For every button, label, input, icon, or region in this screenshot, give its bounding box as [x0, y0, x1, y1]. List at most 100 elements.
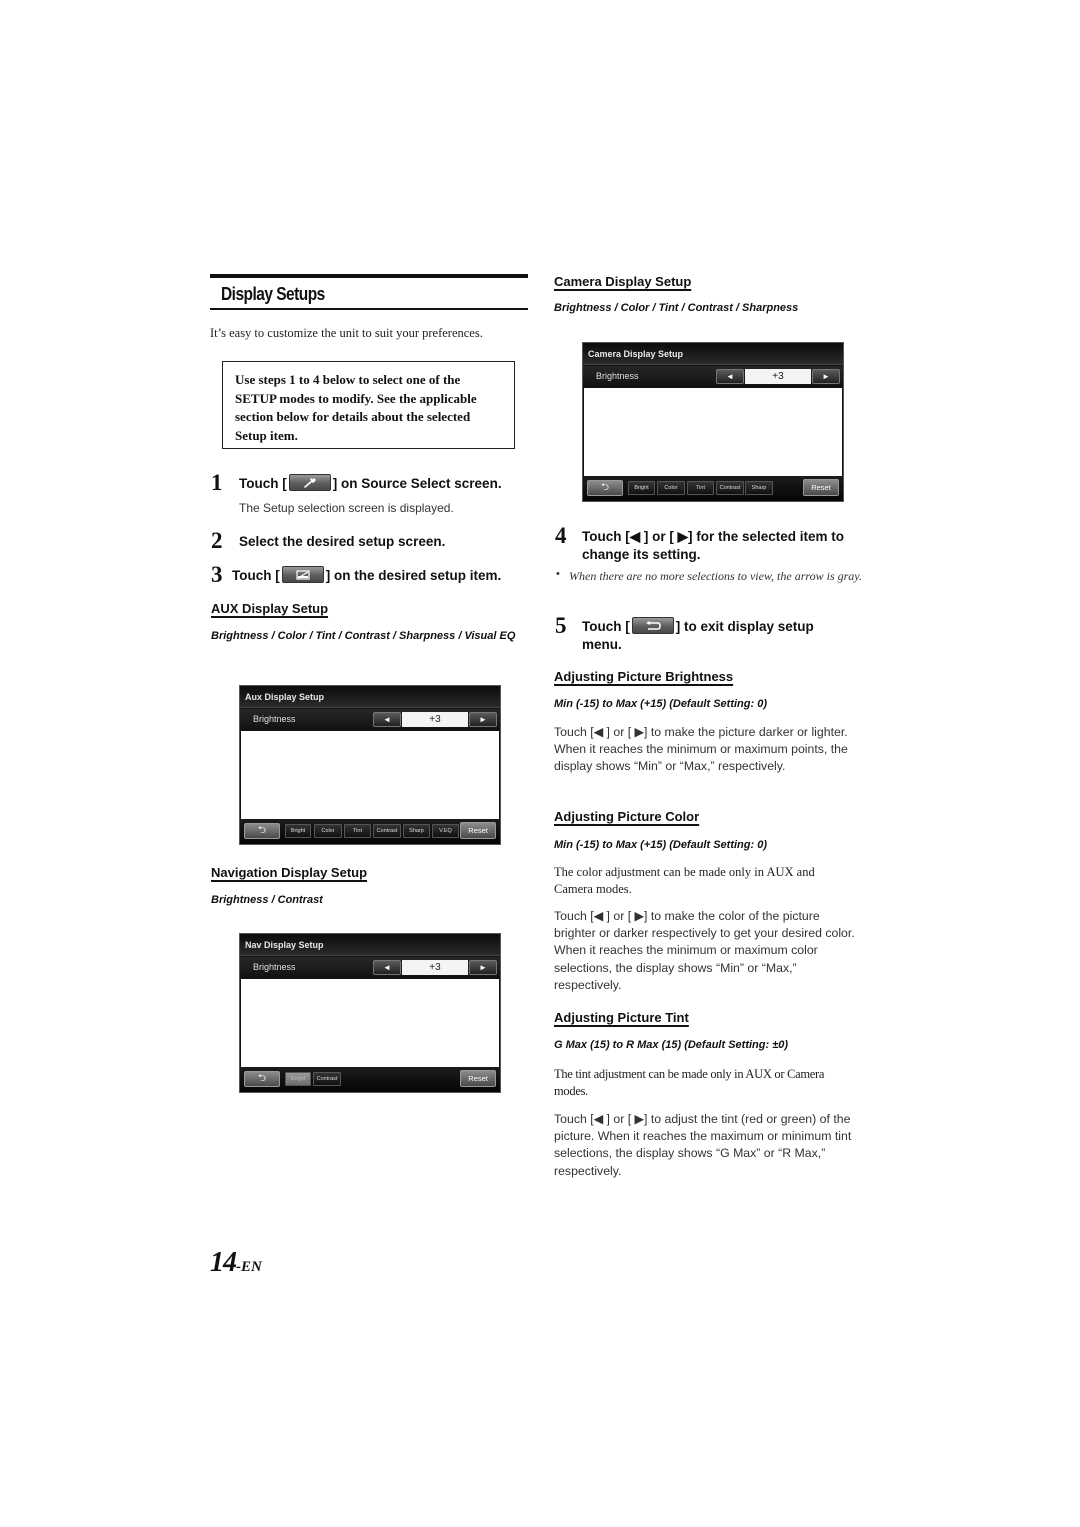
step-number: 1: [211, 470, 223, 495]
screen-bottom-bar: ⮌ Bright Color Tint Contrast Sharp V.EQ …: [240, 819, 500, 844]
brightness-range: Min (-15) to Max (+15) (Default Setting:…: [554, 698, 767, 710]
increase-arrow-button[interactable]: ►: [812, 369, 840, 384]
wrench-icon: [290, 475, 330, 490]
screen-bottom-bar: ⮌ Bright Color Tint Contrast Sharp Reset: [583, 476, 843, 501]
aux-display-setup-screen: Aux Display Setup Brightness ◄ +3 ► ⮌ Br…: [239, 685, 501, 845]
reset-button[interactable]: Reset: [803, 479, 839, 496]
step-number: 2: [211, 528, 223, 553]
setting-row: Brightness ◄ +3 ►: [240, 709, 500, 730]
step-text: Touch [◀ ] or [ ▶] for the selected item…: [582, 529, 845, 562]
tab-contrast[interactable]: Contrast: [313, 1072, 341, 1086]
color-section-heading: Adjusting Picture Color: [554, 809, 700, 824]
page-title: Display Setups: [221, 284, 325, 304]
setting-label: Brightness: [253, 714, 296, 724]
page-number-value: 14: [210, 1247, 237, 1278]
screen-title: Nav Display Setup: [240, 934, 500, 956]
tab-tint[interactable]: Tint: [687, 481, 714, 495]
screen-content-area: [584, 388, 842, 477]
decrease-arrow-button[interactable]: ◄: [373, 960, 401, 975]
setting-label: Brightness: [596, 371, 639, 381]
tint-range: G Max (15) to R Max (15) (Default Settin…: [554, 1039, 789, 1051]
camera-display-setup-screen: Camera Display Setup Brightness ◄ +3 ► ⮌…: [582, 342, 844, 502]
nav-section-heading: Navigation Display Setup: [211, 865, 368, 880]
step-text-post: ] on Source Select screen.: [332, 476, 502, 491]
step-1-result: The Setup selection screen is displayed.: [239, 501, 454, 515]
back-button: [631, 617, 674, 635]
step-text: Touch [ ] on the desired setup item.: [232, 563, 501, 585]
tint-note: The tint adjustment can be made only in …: [554, 1067, 825, 1099]
display-adjust-icon: [283, 567, 323, 582]
return-icon[interactable]: ⮌: [244, 1071, 280, 1087]
screen-bottom-bar: ⮌ Bright Contrast Reset: [240, 1067, 500, 1092]
camera-section-items: Brightness / Color / Tint / Contrast / S…: [554, 302, 799, 314]
increase-arrow-button[interactable]: ►: [469, 960, 497, 975]
tab-bright[interactable]: Bright: [628, 481, 655, 495]
setting-row: Brightness ◄ +3 ►: [240, 957, 500, 978]
tab-color[interactable]: Color: [314, 824, 342, 838]
page-number-suffix: -EN: [236, 1259, 262, 1275]
decrease-arrow-button[interactable]: ◄: [716, 369, 744, 384]
brightness-description: Touch [◀ ] or [ ▶] to make the picture d…: [554, 725, 848, 774]
aux-section-items: Brightness / Color / Tint / Contrast / S…: [211, 630, 516, 642]
step-number: 3: [211, 562, 223, 587]
tint-section-heading: Adjusting Picture Tint: [554, 1010, 689, 1025]
nav-section-items: Brightness / Contrast: [211, 894, 323, 906]
camera-section-heading: Camera Display Setup: [554, 274, 692, 289]
step-2: 2 Select the desired setup screen.: [211, 529, 445, 553]
tab-bright[interactable]: Bright: [285, 1072, 311, 1086]
step-text-post: ] on the desired setup item.: [325, 568, 502, 583]
tab-color[interactable]: Color: [657, 481, 685, 495]
screen-content-area: [241, 731, 499, 820]
step-4: 4 Touch [◀ ] or [ ▶] for the selected it…: [555, 524, 875, 564]
tab-tint[interactable]: Tint: [344, 824, 371, 838]
screen-title: Camera Display Setup: [583, 343, 843, 365]
decrease-arrow-button[interactable]: ◄: [373, 712, 401, 727]
tab-visual-eq[interactable]: V.EQ: [432, 824, 459, 838]
reset-button[interactable]: Reset: [460, 1070, 496, 1087]
step-3: 3 Touch [ ] on the desired setup item.: [211, 563, 501, 587]
nav-display-setup-screen: Nav Display Setup Brightness ◄ +3 ► ⮌ Br…: [239, 933, 501, 1093]
step-1: 1 Touch [ ] on Source Select screen.: [211, 471, 502, 495]
aux-section-heading: AUX Display Setup: [211, 601, 329, 616]
step-text-pre: Touch [: [232, 568, 280, 583]
setting-label: Brightness: [253, 962, 296, 972]
brightness-section-heading: Adjusting Picture Brightness: [554, 669, 734, 684]
step-5: 5 Touch [ ] to exit display setup menu.: [555, 614, 875, 654]
increase-arrow-button[interactable]: ►: [469, 712, 497, 727]
step-text-pre: Touch [: [239, 476, 287, 491]
return-icon[interactable]: ⮌: [587, 480, 623, 496]
tab-contrast[interactable]: Contrast: [716, 481, 744, 495]
tab-bright[interactable]: Bright: [285, 824, 311, 838]
tab-contrast[interactable]: Contrast: [373, 824, 401, 838]
step-number: 5: [555, 613, 567, 638]
step-text-pre: Touch [: [582, 619, 630, 634]
bullet-icon: •: [556, 568, 560, 580]
step-text: Select the desired setup screen.: [239, 534, 446, 549]
setting-value: +3: [402, 960, 468, 975]
step-number: 4: [555, 523, 567, 548]
title-rule-top: [210, 274, 528, 278]
display-setup-button: [281, 566, 324, 584]
step-text: Touch [ ] on Source Select screen.: [239, 471, 502, 493]
return-icon: [633, 618, 673, 633]
setting-row: Brightness ◄ +3 ►: [583, 366, 843, 387]
return-icon[interactable]: ⮌: [244, 823, 280, 839]
instruction-note-box: Use steps 1 to 4 below to select one of …: [222, 361, 515, 449]
page-number: 14-EN: [210, 1247, 262, 1279]
color-description: Touch [◀ ] or [ ▶] to make the color of …: [554, 909, 855, 992]
setting-value: +3: [745, 369, 811, 384]
reset-button[interactable]: Reset: [460, 822, 496, 839]
title-rule-bottom: [210, 308, 528, 310]
step-4-note: When there are no more selections to vie…: [569, 569, 862, 583]
tab-sharp[interactable]: Sharp: [745, 481, 773, 495]
color-note: The color adjustment can be made only in…: [554, 865, 815, 897]
tint-description: Touch [◀ ] or [ ▶] to adjust the tint (r…: [554, 1112, 852, 1178]
screen-content-area: [241, 979, 499, 1068]
color-range: Min (-15) to Max (+15) (Default Setting:…: [554, 839, 767, 851]
intro-text: It’s easy to customize the unit to suit …: [210, 326, 483, 340]
step-text: Touch [ ] to exit display setup menu.: [582, 614, 852, 654]
screen-title: Aux Display Setup: [240, 686, 500, 708]
tab-sharp[interactable]: Sharp: [403, 824, 430, 838]
setting-value: +3: [402, 712, 468, 727]
setup-button: [288, 474, 331, 492]
